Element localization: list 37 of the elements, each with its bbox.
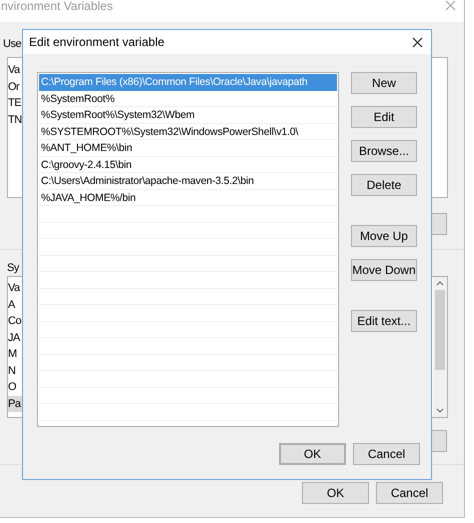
ok-button[interactable]: OK [279,443,346,465]
section-label: Sy [7,261,19,276]
column-header: Va [8,281,20,296]
list-item[interactable]: Or [8,78,20,95]
dialog-button[interactable]: Edit text... [350,310,417,332]
list-item[interactable]: Co [8,313,26,330]
section-label: Use [3,37,22,52]
scrollbar[interactable] [433,277,447,417]
dialog-button[interactable]: Move Up [350,225,417,247]
dialog-title: Edit environment variable [29,34,164,51]
dialog-button[interactable]: Edit [350,106,417,128]
list-item[interactable]: O [8,379,20,396]
ok-button[interactable]: OK [302,482,369,504]
list-item[interactable]: M [8,346,21,362]
dialog-button[interactable]: New [350,72,417,94]
list-item[interactable]: %SYSTEMROOT%\System32\WindowsPowerShell\v1.0\ [39,124,337,140]
cancel-button[interactable]: Cancel [353,443,420,465]
list-item[interactable]: %SystemRoot% [39,90,337,107]
dialog-button[interactable]: Delete [350,174,417,196]
path-list[interactable] [37,72,339,427]
window-title: nvironment Variables [1,0,113,15]
scrollbar-thumb[interactable] [435,290,445,370]
list-item[interactable]: N [8,362,20,379]
list-item[interactable]: %SystemRoot%\System32\Wbem [39,107,337,124]
dialog-button[interactable]: Move Down [350,259,417,281]
list-item[interactable]: TE [8,95,22,112]
list-item[interactable]: C:\groovy-2.4.15\bin [39,156,337,173]
list-item[interactable]: A [8,296,19,313]
list-item[interactable]: TN [8,112,22,128]
list-item[interactable]: %JAVA_HOME%/bin [39,190,337,206]
cancel-button[interactable]: Cancel [376,482,443,504]
list-item[interactable]: %ANT_HOME%\bin [39,140,337,156]
dialog-button[interactable]: Browse... [350,140,417,162]
list-item[interactable]: C:\Users\Administrator\apache-maven-3.5.2\bin [39,173,337,190]
column-header: Va [8,63,20,78]
list-item[interactable]: JA [8,330,24,346]
close-icon[interactable] [412,36,423,48]
